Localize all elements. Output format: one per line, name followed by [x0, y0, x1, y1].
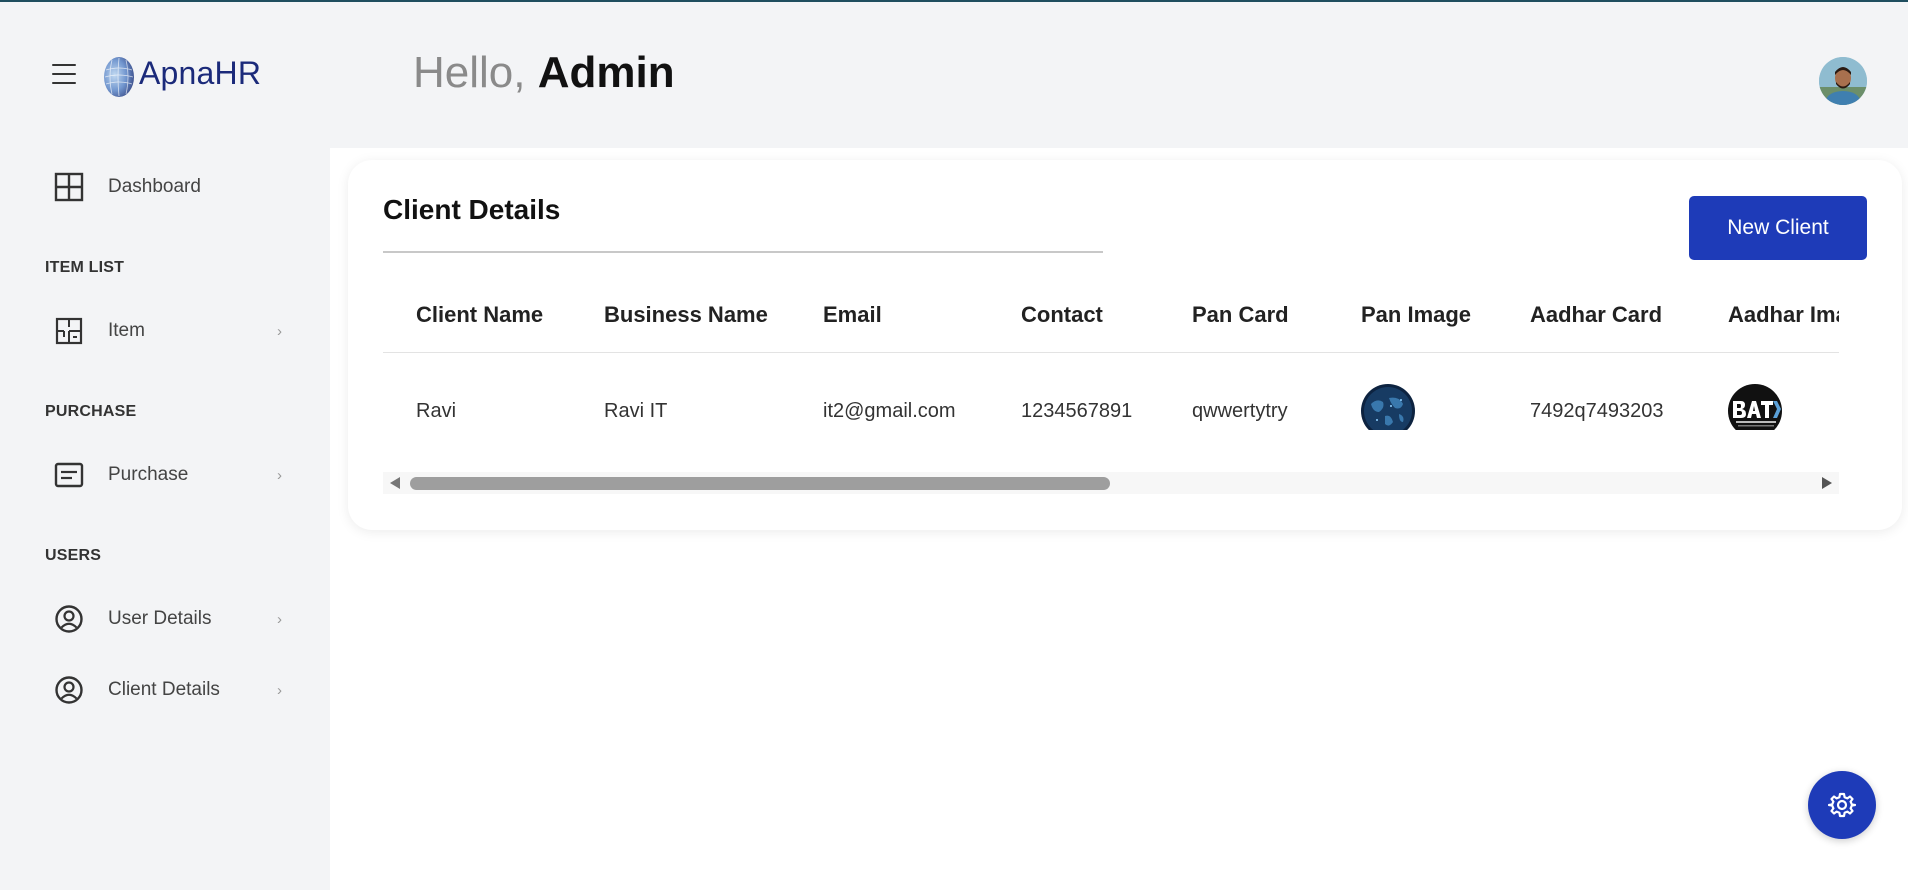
- header-divider: [383, 352, 1839, 353]
- scroll-left-icon[interactable]: [390, 477, 400, 489]
- sidebar-item-dashboard[interactable]: Dashboard: [52, 165, 282, 209]
- sidebar-item-client-details[interactable]: Client Details ›: [52, 668, 282, 712]
- user-circle-icon: [52, 602, 86, 636]
- cell-pan-card: qwwertytry: [1192, 400, 1288, 422]
- greeting-prefix: Hello,: [413, 48, 526, 97]
- cell-contact: 1234567891: [1021, 400, 1133, 422]
- sidebar: Dashboard ITEM LIST Item › PURCHASE Purc…: [0, 146, 330, 890]
- greeting-name: Admin: [537, 48, 675, 97]
- column-header[interactable]: Pan Card: [1192, 302, 1289, 328]
- list-box-icon: [52, 458, 86, 492]
- cell-email: it2@gmail.com: [823, 400, 956, 422]
- section-title-users: USERS: [45, 547, 102, 564]
- column-header[interactable]: Aadhar Image: [1728, 302, 1839, 328]
- cell-client-name: Ravi: [416, 400, 457, 422]
- new-client-button[interactable]: New Client: [1689, 196, 1867, 260]
- grid-icon: [52, 170, 86, 204]
- pan-image-thumbnail[interactable]: [1361, 384, 1415, 430]
- horizontal-scrollbar[interactable]: [383, 472, 1839, 494]
- aadhar-image-thumbnail[interactable]: [1728, 384, 1782, 430]
- cell-business-name: Ravi IT: [604, 400, 668, 422]
- client-table: Client Name Business Name Email Contact …: [383, 280, 1839, 430]
- sidebar-item-user-details[interactable]: User Details ›: [52, 597, 282, 641]
- sidebar-item-label: User Details: [108, 608, 212, 629]
- section-title-purchase: PURCHASE: [45, 403, 137, 420]
- sidebar-item-purchase[interactable]: Purchase ›: [52, 453, 282, 497]
- settings-fab-button[interactable]: [1808, 771, 1876, 839]
- user-avatar[interactable]: [1819, 57, 1867, 105]
- header: ApnaHR Hello, Admin: [0, 2, 1908, 146]
- sidebar-item-item[interactable]: Item ›: [52, 309, 282, 353]
- client-details-card: Client Details New Client Client Name Bu…: [348, 160, 1902, 530]
- column-header[interactable]: Pan Image: [1361, 302, 1471, 328]
- gear-icon: [1828, 792, 1856, 818]
- section-title-item-list: ITEM LIST: [45, 259, 125, 276]
- chevron-right-icon: ›: [277, 466, 282, 484]
- card-title: Client Details: [383, 194, 561, 225]
- scrollbar-thumb[interactable]: [410, 477, 1110, 490]
- chevron-right-icon: ›: [277, 610, 282, 628]
- menu-icon[interactable]: [52, 64, 76, 84]
- user-circle-icon: [52, 673, 86, 707]
- column-header[interactable]: Aadhar Card: [1530, 302, 1662, 328]
- title-divider: [383, 251, 1103, 253]
- chevron-right-icon: ›: [277, 681, 282, 699]
- chevron-right-icon: ›: [277, 322, 282, 340]
- scroll-right-icon[interactable]: [1822, 477, 1832, 489]
- column-header[interactable]: Email: [823, 302, 882, 328]
- sidebar-item-label: Item: [108, 320, 145, 341]
- floorplan-icon: [52, 314, 86, 348]
- column-header[interactable]: Contact: [1021, 302, 1103, 328]
- column-header[interactable]: Client Name: [416, 302, 543, 328]
- sidebar-item-label: Purchase: [108, 464, 189, 485]
- sidebar-item-label: Client Details: [108, 679, 220, 700]
- logo-text: ApnaHR: [139, 55, 262, 91]
- greeting: Hello, Admin: [413, 48, 675, 98]
- cell-aadhar-card: 7492q7493203: [1530, 400, 1664, 422]
- column-header[interactable]: Business Name: [604, 302, 768, 328]
- sidebar-item-label: Dashboard: [108, 176, 201, 197]
- logo-globe-icon: [104, 57, 134, 97]
